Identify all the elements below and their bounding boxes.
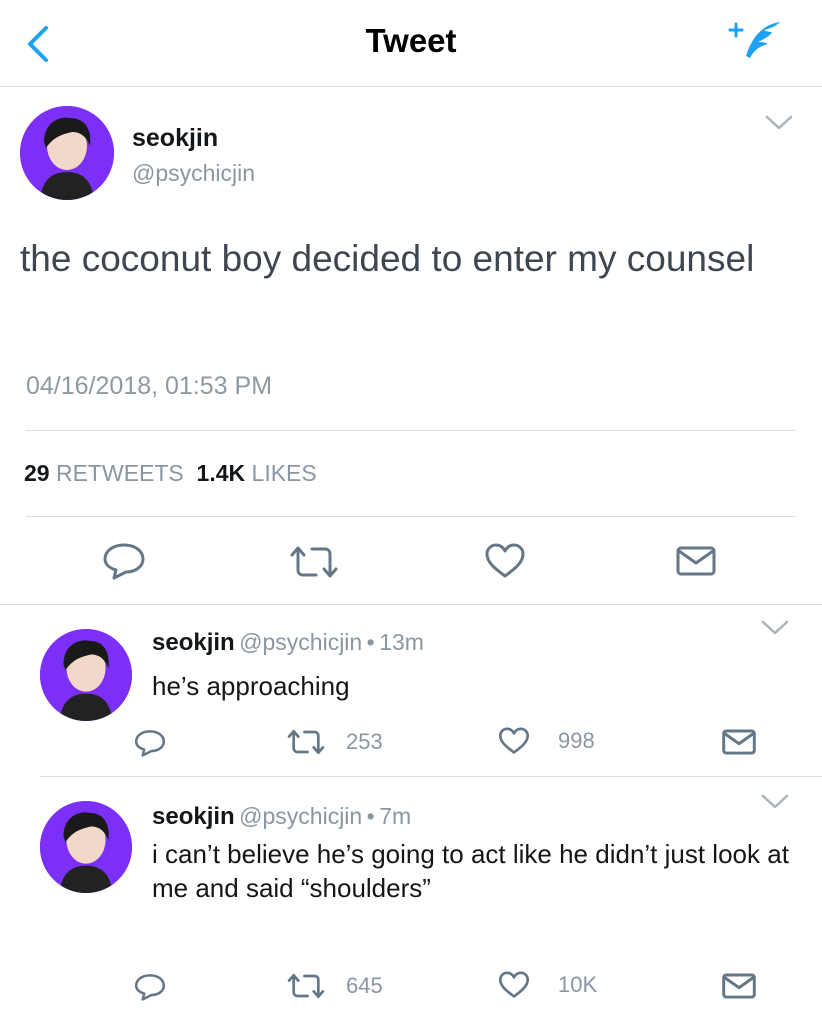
reply-options-button[interactable]	[760, 619, 790, 642]
like-button[interactable]	[484, 543, 526, 584]
divider	[26, 516, 796, 517]
reply-icon	[134, 730, 166, 757]
page-title: Tweet	[365, 22, 457, 59]
heart-icon	[498, 971, 530, 998]
avatar-image	[40, 629, 132, 721]
reply-tweet[interactable]: seokjin @psychicjin • 13m he’s approachi…	[0, 605, 822, 775]
like-count: 10K	[558, 972, 598, 997]
tweet-stats: 29 RETWEETS 1.4K LIKES	[24, 460, 317, 487]
envelope-icon	[722, 973, 756, 999]
chevron-down-icon	[761, 620, 789, 635]
reply-author-handle[interactable]: @psychicjin	[239, 803, 362, 829]
separator-dot: •	[366, 629, 375, 655]
chevron-down-icon	[765, 115, 793, 130]
reply-icon	[103, 543, 145, 580]
reply-author-handle[interactable]: @psychicjin	[239, 629, 362, 655]
envelope-icon	[676, 546, 716, 576]
share-button[interactable]	[676, 546, 716, 581]
tweet-text: the coconut boy decided to enter my coun…	[20, 238, 755, 279]
separator-dot: •	[366, 803, 375, 829]
retweet-icon	[287, 973, 325, 999]
like-button[interactable]: 998	[498, 727, 595, 755]
retweet-button[interactable]: 253	[286, 728, 383, 756]
avatar-image	[20, 106, 114, 200]
share-button[interactable]	[722, 973, 756, 1004]
reply-tweet[interactable]: seokjin @psychicjin • 7m i can’t believe…	[0, 777, 822, 1024]
like-stat[interactable]: 1.4K LIKES	[197, 460, 317, 486]
reply-icon	[134, 974, 166, 1001]
author-handle[interactable]: @psychicjin	[132, 160, 255, 187]
retweet-label: RETWEETS	[55, 460, 184, 486]
reply-author-name[interactable]: seokjin	[152, 629, 235, 656]
heart-icon	[485, 543, 525, 578]
avatar[interactable]	[40, 629, 132, 721]
envelope-icon	[722, 729, 756, 755]
retweet-count: 253	[346, 729, 383, 754]
retweet-icon	[290, 546, 338, 578]
compose-quill-icon	[728, 22, 780, 58]
like-count: 998	[558, 728, 595, 753]
retweet-icon	[287, 729, 325, 755]
reply-text: he’s approaching	[152, 671, 350, 701]
retweet-stat[interactable]: 29 RETWEETS	[24, 460, 184, 486]
like-label: LIKES	[251, 460, 317, 486]
reply-button[interactable]	[134, 729, 166, 762]
reply-time: 13m	[379, 629, 424, 655]
header-divider	[0, 86, 822, 87]
author-name[interactable]: seokjin	[132, 124, 218, 153]
reply-header: seokjin @psychicjin • 13m	[152, 629, 424, 657]
avatar[interactable]	[20, 106, 114, 200]
reply-text: i can’t believe he’s going to act like h…	[152, 839, 789, 903]
retweet-count: 645	[346, 973, 383, 998]
reply-time: 7m	[379, 803, 412, 829]
share-button[interactable]	[722, 729, 756, 760]
retweet-button[interactable]	[288, 544, 340, 585]
like-button[interactable]: 10K	[498, 971, 597, 999]
divider	[26, 430, 796, 431]
tweet-timestamp: 04/16/2018, 01:53 PM	[26, 372, 273, 400]
like-count: 1.4K	[196, 460, 246, 486]
avatar[interactable]	[40, 801, 132, 893]
avatar-image	[40, 801, 132, 893]
retweet-count: 29	[24, 460, 50, 486]
heart-icon	[498, 727, 530, 754]
reply-header: seokjin @psychicjin • 7m	[152, 803, 411, 831]
tweet-options-button[interactable]	[764, 114, 794, 137]
reply-options-button[interactable]	[760, 793, 790, 816]
chevron-down-icon	[761, 794, 789, 809]
reply-button[interactable]	[134, 973, 166, 1006]
reply-author-name[interactable]: seokjin	[152, 803, 235, 830]
compose-tweet-button[interactable]	[724, 16, 784, 66]
reply-button[interactable]	[102, 542, 146, 585]
retweet-button[interactable]: 645	[286, 972, 383, 1000]
